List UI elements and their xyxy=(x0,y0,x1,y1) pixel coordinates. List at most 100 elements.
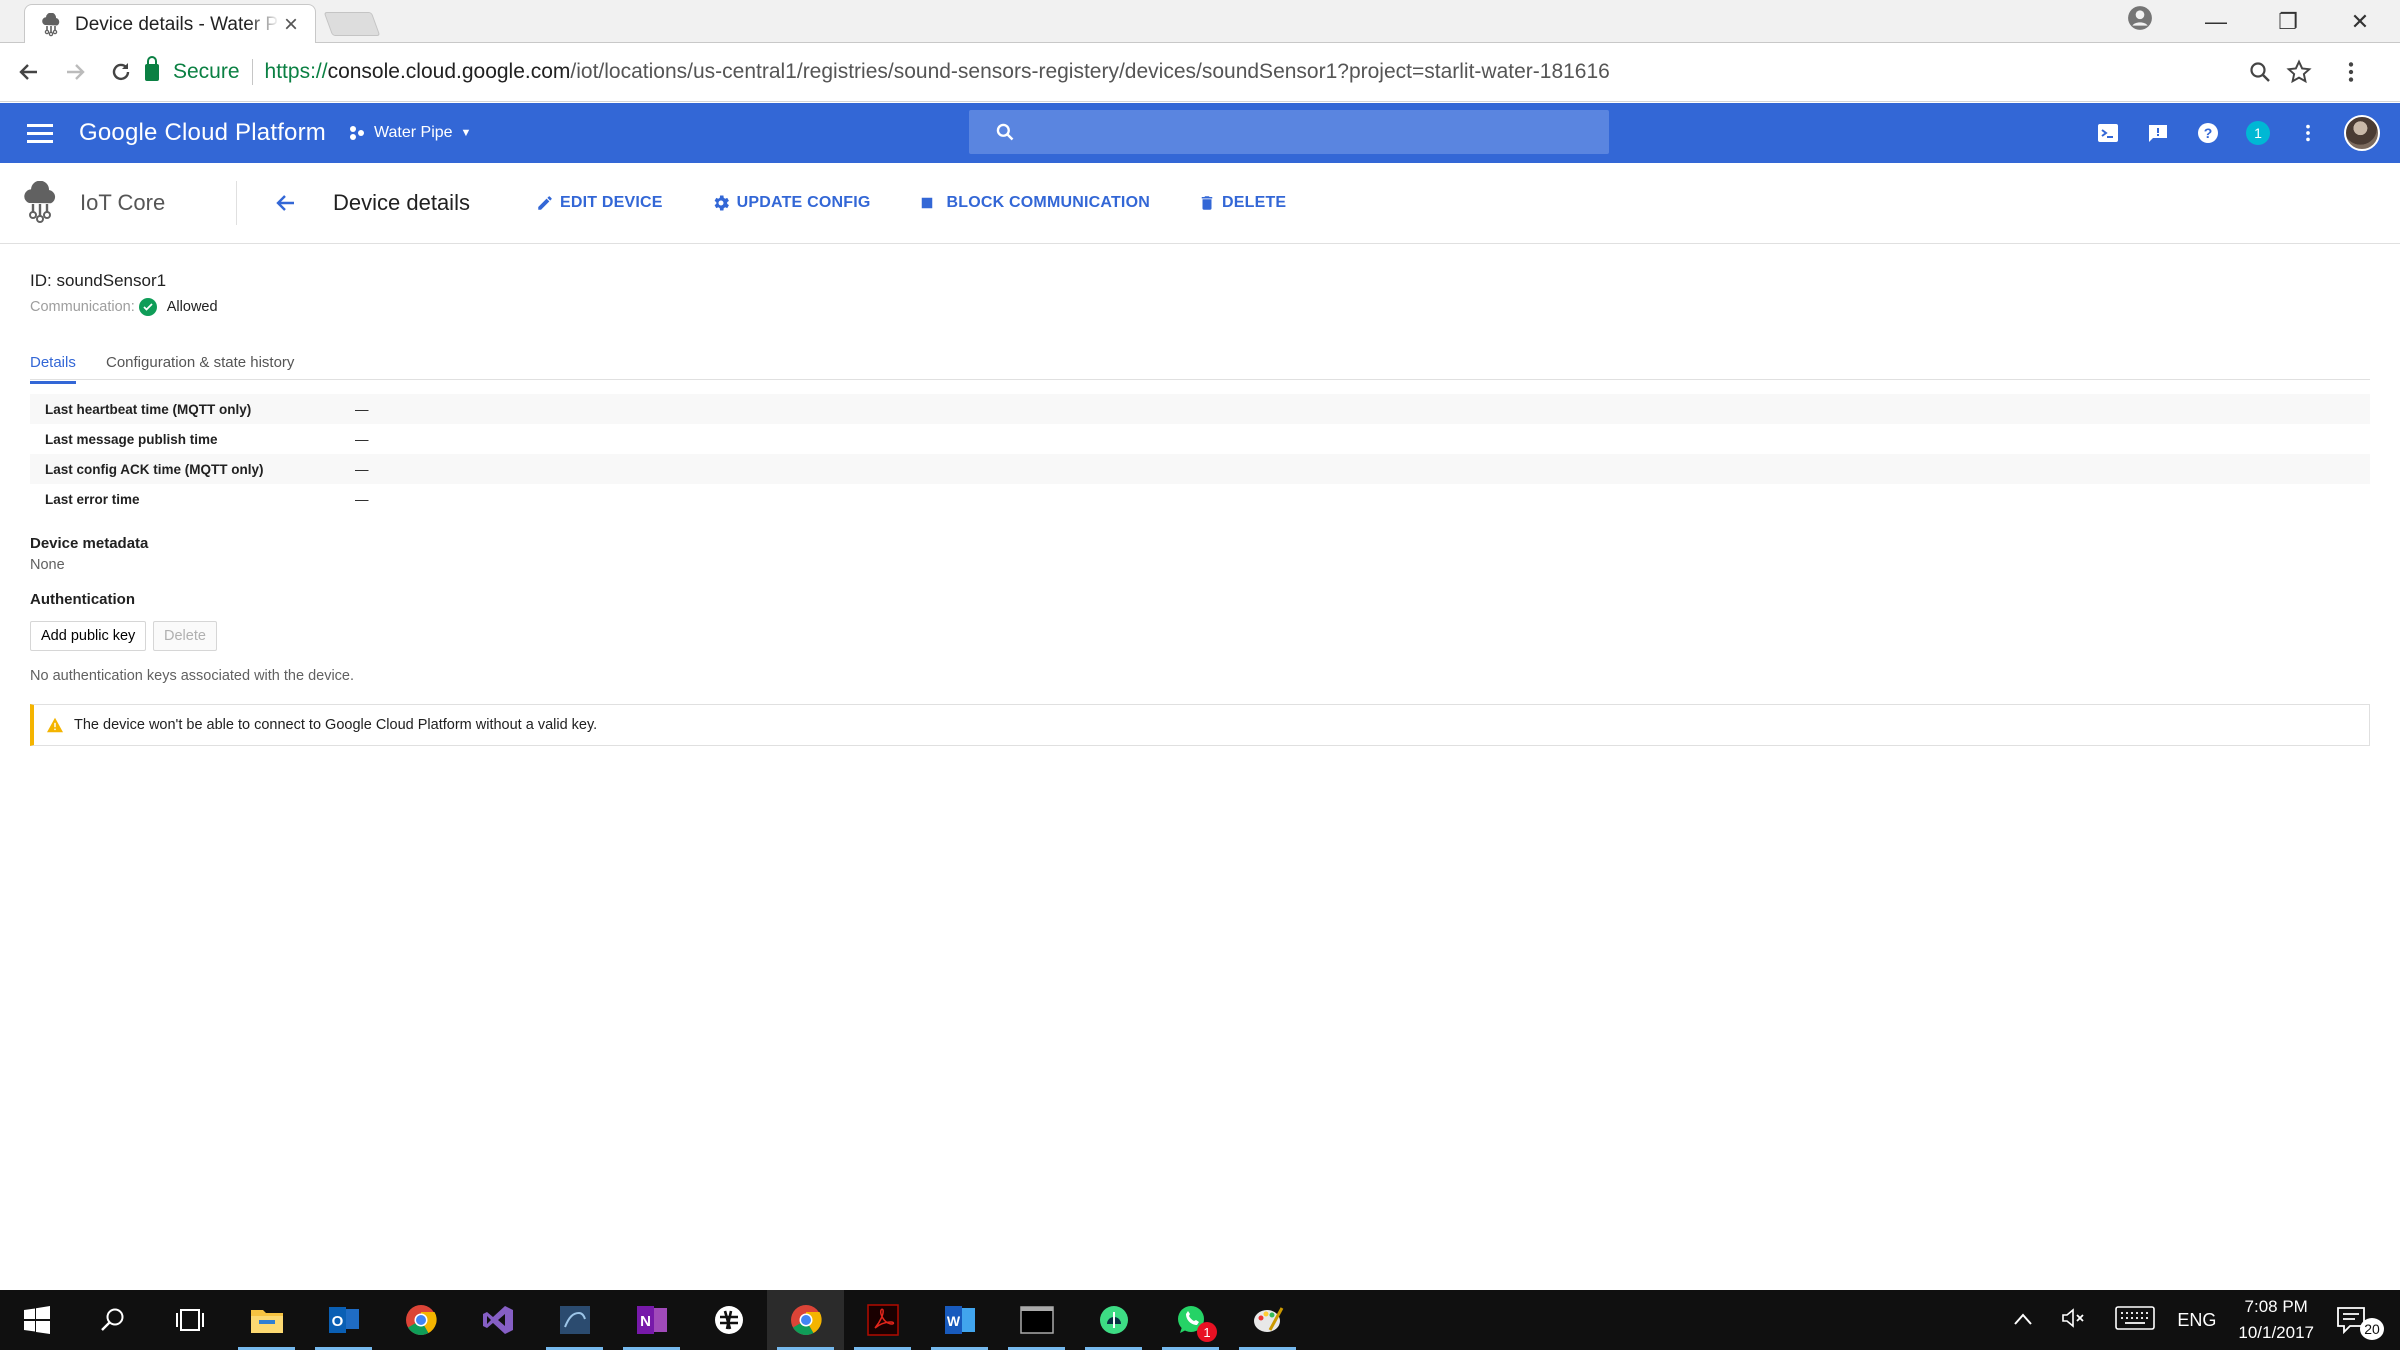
delete-key-button: Delete xyxy=(153,621,217,651)
project-selector[interactable]: Water Pipe ▼ xyxy=(348,124,471,142)
task-view-icon[interactable] xyxy=(151,1290,228,1350)
system-tray: ENG 7:08 PM 10/1/2017 20 xyxy=(2013,1290,2400,1350)
svg-text:W: W xyxy=(946,1313,960,1329)
table-row: Last config ACK time (MQTT only) — xyxy=(30,454,2370,484)
add-public-key-button[interactable]: Add public key xyxy=(30,621,147,651)
windows-start-icon[interactable] xyxy=(0,1290,74,1350)
acrobat-icon[interactable] xyxy=(844,1290,921,1350)
update-config-button[interactable]: UPDATE CONFIG xyxy=(711,193,871,213)
keyboard-icon[interactable] xyxy=(2115,1305,2156,1335)
reload-icon[interactable] xyxy=(98,49,144,95)
project-name: Water Pipe xyxy=(374,124,453,141)
whatsapp-icon[interactable]: 1 xyxy=(1152,1290,1229,1350)
chevron-up-icon[interactable] xyxy=(2013,1310,2033,1331)
iot-core-favicon-icon xyxy=(37,11,65,39)
restore-button[interactable]: ❐ xyxy=(2252,9,2324,35)
hamburger-menu-icon[interactable] xyxy=(27,123,53,143)
browser-tab-strip: Device details - Water Pipe × — ❐ ✕ xyxy=(0,0,2400,44)
iot-core-icon xyxy=(24,181,56,223)
gear-icon xyxy=(714,195,729,211)
communication-value: Allowed xyxy=(166,299,218,315)
communication-status: Communication: Allowed xyxy=(30,298,218,316)
stop-icon xyxy=(922,197,933,209)
property-key: Last error time xyxy=(45,491,140,507)
paint-icon[interactable] xyxy=(1229,1290,1306,1350)
tab-config-state-history[interactable]: Configuration & state history xyxy=(106,354,294,381)
profile-icon[interactable] xyxy=(2127,5,2153,31)
tab-close-icon[interactable]: × xyxy=(279,11,303,39)
bookmark-star-icon[interactable] xyxy=(2286,59,2312,85)
onenote-icon[interactable]: N xyxy=(613,1290,690,1350)
search-input[interactable] xyxy=(969,110,1609,154)
action-center-icon[interactable]: 20 xyxy=(2336,1300,2386,1340)
action-center-count: 20 xyxy=(2360,1318,2384,1340)
help-icon[interactable]: ? xyxy=(2194,119,2222,147)
property-key: Last message publish time xyxy=(45,431,218,447)
browser-tab[interactable]: Device details - Water Pipe × xyxy=(24,4,316,44)
lock-icon xyxy=(145,55,159,81)
pencil-icon xyxy=(538,196,552,210)
more-options-icon[interactable] xyxy=(2294,119,2322,147)
close-window-button[interactable]: ✕ xyxy=(2324,9,2396,35)
slack-icon[interactable] xyxy=(690,1290,767,1350)
url-text[interactable]: https://console.cloud.google.com/iot/loc… xyxy=(265,60,1610,84)
android-studio-icon[interactable] xyxy=(1075,1290,1152,1350)
outlook-icon[interactable]: O xyxy=(305,1290,382,1350)
file-explorer-icon[interactable] xyxy=(228,1290,305,1350)
property-key: Last config ACK time (MQTT only) xyxy=(45,461,264,477)
notification-count: 1 xyxy=(2246,121,2270,145)
account-avatar[interactable] xyxy=(2344,115,2380,151)
chrome-active-icon[interactable] xyxy=(767,1290,844,1350)
header-divider xyxy=(236,181,237,225)
word-icon[interactable]: W xyxy=(921,1290,998,1350)
property-value: — xyxy=(355,431,369,447)
back-arrow-icon[interactable] xyxy=(273,189,301,217)
browser-menu-icon[interactable] xyxy=(2338,59,2364,85)
minimize-button[interactable]: — xyxy=(2180,9,2252,35)
gcp-title[interactable]: Google Cloud Platform xyxy=(79,119,326,147)
tab-details[interactable]: Details xyxy=(30,354,76,384)
property-value: — xyxy=(355,461,369,477)
mysql-workbench-icon[interactable] xyxy=(536,1290,613,1350)
page-title: Device details xyxy=(333,190,470,215)
clock[interactable]: 7:08 PM 10/1/2017 xyxy=(2238,1294,2314,1346)
whatsapp-badge: 1 xyxy=(1197,1322,1217,1342)
omnibox-divider xyxy=(251,59,253,85)
visual-studio-icon[interactable] xyxy=(459,1290,536,1350)
cloud-shell-icon[interactable] xyxy=(2094,119,2122,147)
secure-indicator[interactable]: Secure xyxy=(145,55,240,84)
details-tabs: Details Configuration & state history xyxy=(30,348,2370,384)
chrome-icon[interactable] xyxy=(382,1290,459,1350)
feedback-icon[interactable] xyxy=(2144,119,2172,147)
svg-text:N: N xyxy=(640,1313,651,1330)
back-nav-icon[interactable] xyxy=(6,49,52,95)
project-icon xyxy=(350,126,364,140)
address-bar[interactable]: Secure https://console.cloud.google.com/… xyxy=(145,50,2360,94)
new-tab-button[interactable] xyxy=(323,12,381,36)
svg-text:?: ? xyxy=(2204,125,2213,141)
trash-icon xyxy=(1201,196,1213,210)
property-value: — xyxy=(355,491,369,507)
property-key: Last heartbeat time (MQTT only) xyxy=(45,401,252,417)
notifications-icon[interactable]: 1 xyxy=(2244,119,2272,147)
page-header: IoT Core Device details EDIT DEVICE UPDA… xyxy=(0,163,2400,244)
edit-device-button[interactable]: EDIT DEVICE xyxy=(536,194,663,212)
table-row: Last heartbeat time (MQTT only) — xyxy=(30,394,2370,424)
windows-taskbar: O N W 1 ENG 7:08 PM 10/1/2017 20 xyxy=(0,1290,2400,1350)
chevron-down-icon: ▼ xyxy=(460,127,472,139)
zoom-search-icon[interactable] xyxy=(2248,60,2272,84)
product-switcher[interactable]: IoT Core xyxy=(18,181,236,225)
search-icon xyxy=(996,123,1014,141)
property-value: — xyxy=(355,401,369,417)
table-row: Last error time — xyxy=(30,484,2370,514)
search-taskbar-icon[interactable] xyxy=(74,1290,151,1350)
check-circle-icon xyxy=(138,298,157,316)
command-prompt-icon[interactable] xyxy=(998,1290,1075,1350)
delete-device-button[interactable]: DELETE xyxy=(1198,194,1286,212)
block-communication-button[interactable]: BLOCK COMMUNICATION xyxy=(918,194,1150,212)
clock-time: 7:08 PM xyxy=(2244,1297,2308,1316)
volume-muted-icon[interactable] xyxy=(2061,1307,2087,1334)
language-indicator[interactable]: ENG xyxy=(2177,1310,2216,1331)
forward-nav-icon[interactable] xyxy=(52,49,98,95)
communication-label: Communication: xyxy=(30,299,135,315)
